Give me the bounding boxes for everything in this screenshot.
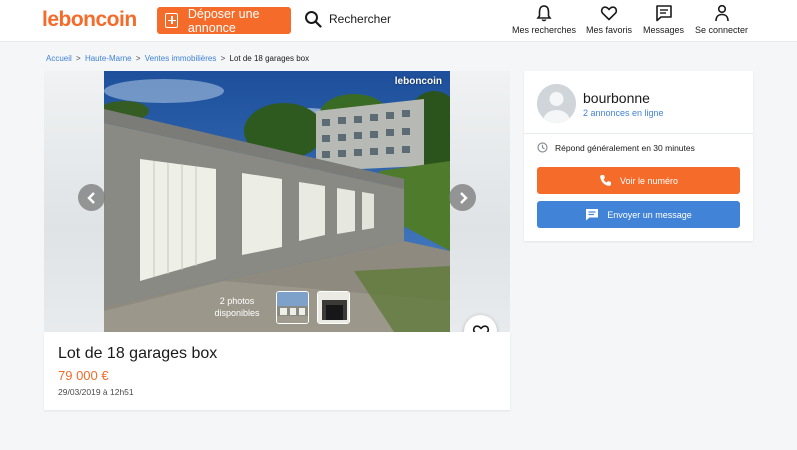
search-icon — [305, 11, 322, 28]
listing-summary-card: Lot de 18 garages box 79 000 € 29/03/201… — [44, 332, 510, 410]
seller-card: bourbonne 2 annonces en ligne Répond gén… — [524, 71, 753, 241]
thumbnail-image — [277, 292, 308, 323]
heart-icon — [600, 6, 618, 21]
breadcrumb-link-category[interactable]: Ventes immobilières — [145, 54, 217, 63]
message-icon — [655, 5, 672, 22]
show-phone-button[interactable]: Voir le numéro — [537, 167, 740, 194]
show-phone-label: Voir le numéro — [619, 175, 679, 186]
photo-thumbnail[interactable] — [276, 291, 309, 324]
chevron-left-icon — [86, 191, 95, 204]
send-message-label: Envoyer un message — [607, 209, 692, 220]
response-time: Répond généralement en 30 minutes — [537, 142, 695, 153]
breadcrumb-separator: > — [220, 54, 226, 63]
seller-ads-link[interactable]: 2 annonces en ligne — [583, 108, 664, 118]
user-icon — [714, 4, 729, 22]
nav-label: Se connecter — [695, 25, 749, 35]
photo-count-label: disponibles — [214, 308, 260, 318]
send-message-button[interactable]: Envoyer un message — [537, 201, 740, 228]
breadcrumb: Accueil > Haute-Marne > Ventes immobiliè… — [46, 54, 309, 63]
breadcrumb-separator: > — [76, 54, 81, 63]
bell-icon — [536, 5, 552, 22]
nav-login[interactable]: Se connecter — [695, 4, 748, 35]
post-ad-button[interactable]: Déposer une annonce — [157, 6, 291, 35]
search-label: Rechercher — [329, 12, 392, 26]
chat-bubble-icon — [586, 209, 599, 221]
listing-price: 79 000 € — [58, 368, 109, 383]
default-avatar-icon — [537, 84, 576, 123]
chevron-right-icon — [459, 191, 468, 204]
seller-name[interactable]: bourbonne — [583, 90, 650, 106]
plus-square-icon — [165, 13, 178, 28]
nav-my-favorites[interactable]: Mes favoris — [586, 4, 632, 35]
photo-count-number: 2 photos — [219, 296, 255, 306]
photo-watermark: leboncoin — [394, 76, 442, 87]
next-photo-button[interactable] — [449, 184, 476, 211]
nav-my-searches[interactable]: Mes recherches — [512, 4, 576, 35]
breadcrumb-current: Lot de 18 garages box — [229, 54, 310, 63]
photo-thumbnail[interactable] — [317, 291, 350, 324]
listing-title: Lot de 18 garages box — [58, 345, 218, 362]
divider — [524, 133, 753, 134]
thumbnail-image — [318, 292, 349, 323]
listing-date: 29/03/2019 à 12h51 — [58, 387, 134, 397]
leboncoin-logo[interactable]: leboncoin — [42, 8, 137, 32]
nav-label: Mes favoris — [586, 25, 633, 35]
previous-photo-button[interactable] — [78, 184, 105, 211]
search-button[interactable]: Rechercher — [304, 10, 391, 28]
clock-icon — [537, 142, 548, 153]
seller-avatar[interactable] — [537, 84, 576, 123]
breadcrumb-separator: > — [135, 54, 141, 63]
photo-count: 2 photos disponibles — [202, 295, 272, 319]
breadcrumb-link-region[interactable]: Haute-Marne — [85, 54, 132, 63]
phone-icon — [600, 175, 611, 186]
nav-label: Mes recherches — [512, 25, 577, 35]
breadcrumb-link-home[interactable]: Accueil — [46, 54, 72, 63]
response-time-text: Répond généralement en 30 minutes — [555, 142, 695, 153]
nav-label: Messages — [643, 25, 685, 35]
top-header: leboncoin Déposer une annonce Rechercher… — [0, 0, 797, 42]
post-ad-label: Déposer une annonce — [187, 6, 260, 35]
photo-gallery: leboncoin 2 photos disponibles — [44, 71, 510, 332]
nav-messages[interactable]: Messages — [643, 4, 684, 35]
